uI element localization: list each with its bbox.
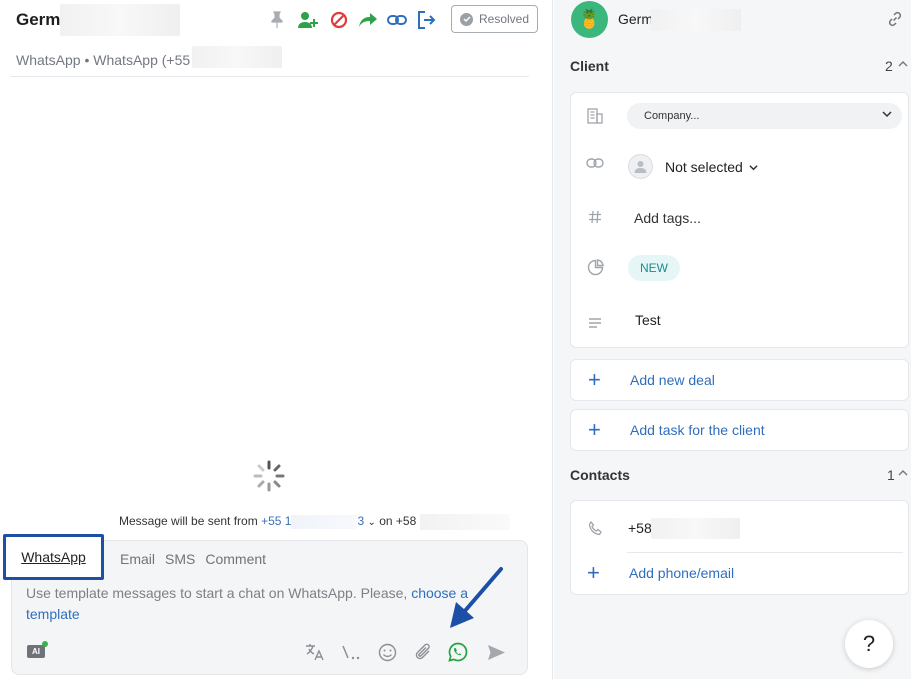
translate-icon[interactable] (304, 641, 326, 663)
forward-icon[interactable] (357, 9, 379, 31)
add-phone-button[interactable]: + Add phone/email (587, 560, 734, 586)
external-link-icon[interactable] (887, 11, 903, 27)
chat-subtitle: WhatsApp • WhatsApp (+55 (16, 52, 191, 68)
check-icon (460, 12, 473, 26)
exit-icon[interactable] (415, 9, 437, 31)
add-phone-label: Add phone/email (629, 565, 735, 581)
link-chain-icon (585, 153, 605, 173)
contacts-section-title: Contacts (570, 467, 630, 483)
link-icon[interactable] (386, 9, 408, 31)
company-placeholder: Company... (644, 110, 700, 122)
tab-whatsapp-label: WhatsApp (21, 549, 86, 565)
attach-icon[interactable] (412, 641, 434, 663)
redacted-number (192, 46, 282, 68)
description-text[interactable]: Test (635, 312, 661, 328)
template-hint-text: Use template messages to start a chat on… (26, 585, 408, 601)
tab-comment[interactable]: Comment (205, 551, 266, 567)
sidebar-contact-name: Germ (618, 11, 653, 27)
chevron-up-icon[interactable] (898, 59, 908, 69)
text-lines-icon (585, 313, 605, 333)
block-icon[interactable] (328, 9, 350, 31)
on-label: on (379, 514, 393, 529)
chevron-down-icon (882, 109, 892, 119)
ai-badge[interactable]: AI (27, 645, 45, 658)
add-task-button[interactable]: + Add task for the client (570, 409, 909, 451)
help-button[interactable]: ? (845, 620, 893, 668)
status-badge[interactable]: NEW (628, 255, 680, 281)
send-info: Message will be sent from +55 1 3 ⌄ on +5… (119, 514, 510, 530)
avatar: 🍍 (571, 1, 608, 38)
chevron-down-icon: ⌄ (367, 517, 376, 529)
send-info-prefix: Message will be sent from (119, 514, 258, 529)
chevron-down-icon (749, 163, 758, 172)
chevron-up-icon[interactable] (898, 468, 908, 478)
building-icon (585, 106, 605, 126)
from-number: +55 1 (261, 514, 292, 529)
template-hint: Use template messages to start a chat on… (26, 583, 486, 625)
add-deal-button[interactable]: + Add new deal (570, 359, 909, 401)
plus-icon: + (587, 560, 600, 585)
add-tags-input[interactable]: Add tags... (634, 210, 701, 226)
company-select[interactable]: Company... (627, 103, 902, 129)
client-count: 2 (885, 58, 893, 74)
phone-icon (585, 518, 605, 538)
plus-icon: + (588, 417, 601, 442)
contact-divider (627, 552, 903, 553)
client-section-title: Client (570, 58, 609, 74)
redacted-name (60, 4, 180, 36)
client-card (570, 92, 909, 348)
loading-spinner-icon (252, 459, 286, 493)
chat-panel: Germ Resolved WhatsApp • WhatsApp (+55 M… (0, 0, 553, 679)
chat-contact-name: Germ (16, 10, 61, 29)
send-icon[interactable] (485, 641, 507, 663)
phone-number[interactable]: +58 (628, 520, 652, 536)
client-sidebar: 🍍 Germ Client 2 Company... Not selected … (554, 0, 911, 679)
user-avatar-icon (628, 154, 653, 179)
resolved-button[interactable]: Resolved (451, 5, 538, 33)
redacted-name-2 (651, 9, 741, 31)
tab-email[interactable]: Email (120, 551, 155, 567)
tab-sms[interactable]: SMS (165, 551, 195, 567)
header-divider (10, 76, 529, 77)
pie-chart-icon (585, 257, 605, 277)
pineapple-icon: 🍍 (578, 9, 601, 29)
hashtag-icon (585, 207, 605, 227)
add-user-icon[interactable] (297, 9, 319, 31)
responsible-select[interactable]: Not selected (665, 159, 758, 175)
from-number-select[interactable]: +55 1 3 ⌄ (261, 514, 379, 529)
from-number-suffix: 3 (357, 514, 365, 529)
pointer-arrow-annotation (442, 566, 506, 632)
ai-status-dot (42, 641, 48, 647)
redacted-phone (651, 518, 740, 539)
quick-reply-icon[interactable] (340, 641, 362, 663)
resolved-label: Resolved (479, 12, 530, 26)
pin-icon[interactable] (266, 9, 288, 31)
responsible-value: Not selected (665, 159, 743, 175)
plus-icon: + (588, 367, 601, 392)
tab-whatsapp[interactable]: WhatsApp (3, 534, 104, 580)
to-number: +58 (395, 514, 417, 529)
contacts-count: 1 (887, 467, 895, 483)
whatsapp-icon[interactable] (447, 641, 469, 663)
add-task-label: Add task for the client (630, 422, 765, 438)
add-deal-label: Add new deal (630, 372, 715, 388)
emoji-icon[interactable] (376, 641, 398, 663)
